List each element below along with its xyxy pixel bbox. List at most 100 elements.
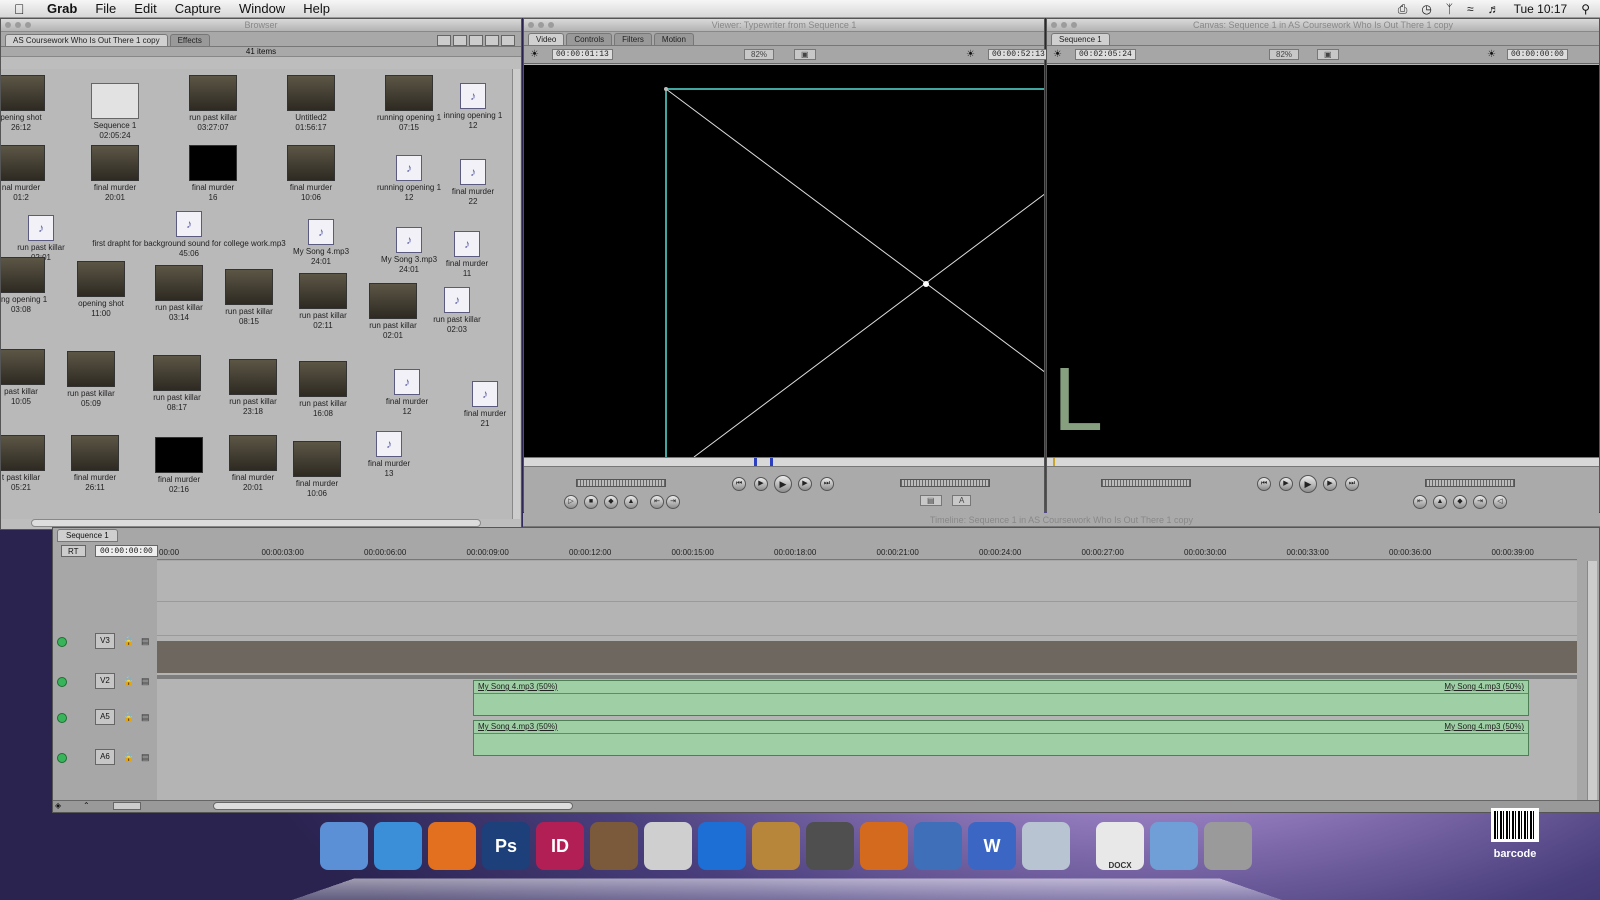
zoom-slider[interactable] [213, 802, 573, 810]
spotlight-icon[interactable]: ⚲ [1581, 2, 1590, 16]
canvas-titlebar[interactable]: Canvas: Sequence 1 in AS Coursework Who … [1047, 19, 1599, 32]
menu-capture[interactable]: Capture [166, 0, 230, 18]
tab-controls[interactable]: Controls [566, 33, 613, 45]
in-point-marker[interactable] [754, 458, 757, 466]
track-height-control[interactable] [113, 802, 141, 810]
viewer-scrubber[interactable] [524, 457, 1044, 467]
shuttle-icon[interactable]: ☀ [530, 49, 539, 60]
viewer-view-select[interactable]: ▣ [794, 49, 816, 60]
lock-icon[interactable]: 🔒 [123, 676, 134, 687]
go-to-out-button[interactable]: ⏭ [1345, 477, 1359, 491]
audio-clip-item[interactable]: ♪ final murder 12 [367, 369, 447, 417]
viewer-zoom-select[interactable]: 82% [744, 49, 775, 60]
add-marker-button[interactable]: ▲ [1433, 495, 1447, 509]
audio-clip-item[interactable]: ♪ final murder 13 [349, 431, 429, 479]
rt-menu[interactable]: RT [61, 545, 86, 557]
wifi-icon[interactable]: ≈ [1467, 2, 1474, 16]
iphoto-icon[interactable] [590, 822, 638, 870]
timeline-tracks[interactable]: My Song 4.mp3 (50%) My Song 4.mp3 (50%) … [157, 561, 1577, 801]
add-marker-button[interactable]: ▲ [624, 495, 638, 509]
canvas-screen[interactable]: L [1047, 65, 1599, 457]
video-clip-item[interactable]: run past killar 02:11 [283, 273, 363, 331]
mark-in-button[interactable]: ⇤ [1413, 495, 1427, 509]
auto-select-icon[interactable]: ▤ [141, 712, 150, 723]
zoom-icon[interactable] [1071, 22, 1077, 28]
dvd-player-icon[interactable] [914, 822, 962, 870]
view-small-icon[interactable] [453, 35, 467, 46]
menu-window[interactable]: Window [230, 0, 294, 18]
video-clip-item[interactable]: ning opening 103:08 [1, 257, 61, 315]
track-visibility-toggle[interactable] [57, 637, 67, 647]
clip-overlays-icon[interactable]: ⌃ [83, 801, 90, 810]
video-clip-item[interactable]: pening shot 26:12 [1, 75, 61, 133]
add-keyframe-button[interactable]: ◆ [1453, 495, 1467, 509]
video-clip-item[interactable]: run past killar 08:15 [209, 269, 289, 327]
video-clip-item[interactable]: run past killar 16:08 [283, 361, 363, 419]
minimize-icon[interactable] [538, 22, 544, 28]
video-clip-item[interactable]: opening shot 11:00 [61, 261, 141, 319]
audio-clip-item[interactable]: ♪ run past killar 02:03 [417, 287, 497, 335]
scissors-icon[interactable] [644, 822, 692, 870]
video-clip-item[interactable]: nal murder 01:2 [1, 145, 61, 203]
view-grid-icon[interactable] [501, 35, 515, 46]
safari-icon[interactable] [374, 822, 422, 870]
menu-file[interactable]: File [86, 0, 125, 18]
audio-clip-item[interactable]: ♪ final murder 11 [427, 231, 507, 279]
close-icon[interactable] [528, 22, 534, 28]
viewer-titlebar[interactable]: Viewer: Typewriter from Sequence 1 [524, 19, 1044, 32]
add-keyframe-button[interactable]: ◆ [604, 495, 618, 509]
canvas-playhead[interactable] [1053, 458, 1055, 466]
tab-effects[interactable]: Effects [169, 34, 210, 46]
play-around-button[interactable]: ▶ [1323, 477, 1337, 491]
viewer-screen[interactable] [524, 65, 1044, 457]
audio-clip-item[interactable]: ♪run past killar02:01 [1, 215, 81, 263]
track-visibility-toggle[interactable] [57, 713, 67, 723]
viewer-duration-timecode[interactable]: 00:00:01:13 [552, 49, 613, 60]
zoom-icon[interactable] [25, 22, 31, 28]
timeline-ruler[interactable]: 00:00 00:00:03:00 00:00:06:00 00:00:09:00 00… [157, 546, 1577, 560]
out-point-marker[interactable] [770, 458, 773, 466]
auto-select-icon[interactable]: ▤ [141, 752, 150, 763]
photoshop-icon[interactable]: Ps [482, 822, 530, 870]
timeline-timecode[interactable]: 00:00:00:00 [95, 545, 158, 557]
clock[interactable]: Tue 10:17 [1514, 2, 1568, 16]
tab-sequence-1[interactable]: Sequence 1 [1051, 33, 1110, 45]
quicktime-icon[interactable] [698, 822, 746, 870]
audio-clip-a5[interactable]: My Song 4.mp3 (50%) My Song 4.mp3 (50%) [473, 680, 1529, 716]
finder-icon[interactable] [320, 822, 368, 870]
mark-clip-button[interactable]: ■ [584, 495, 598, 509]
soundtrack-icon[interactable] [860, 822, 908, 870]
printer-icon[interactable]: ⎙ [1398, 2, 1408, 17]
browser-titlebar[interactable]: Browser [1, 19, 521, 32]
close-icon[interactable] [1051, 22, 1057, 28]
level-line[interactable] [474, 733, 1528, 734]
imovie-icon[interactable] [806, 822, 854, 870]
canvas-current-timecode[interactable]: 00:00:00:00 [1507, 49, 1568, 60]
canvas-shuttle-slider[interactable] [1101, 479, 1191, 487]
go-to-in-button[interactable]: ⏮ [1257, 477, 1271, 491]
audio-clip-a6[interactable]: My Song 4.mp3 (50%) My Song 4.mp3 (50%) [473, 720, 1529, 756]
video-clip-item[interactable]: final murder 26:11 [55, 435, 135, 493]
generator-menu[interactable]: A [952, 495, 972, 506]
time-machine-icon[interactable]: ◷ [1421, 2, 1431, 16]
firefox-icon[interactable] [428, 822, 476, 870]
go-to-out-button[interactable]: ⏭ [820, 477, 834, 491]
indesign-icon[interactable]: ID [536, 822, 584, 870]
match-frame-button[interactable]: ◁ [1493, 495, 1507, 509]
play-around-button[interactable]: ▶ [798, 477, 812, 491]
minimize-icon[interactable] [15, 22, 21, 28]
word-icon[interactable]: W [968, 822, 1016, 870]
trash-icon[interactable] [1204, 822, 1252, 870]
tab-motion[interactable]: Motion [653, 33, 694, 45]
play-in-to-out-button[interactable]: ▶ [754, 477, 768, 491]
apple-menu-icon[interactable]:  [14, 1, 32, 17]
mark-in-button[interactable]: ⇤ [650, 495, 664, 509]
go-to-in-button[interactable]: ⏮ [732, 477, 746, 491]
track-name[interactable]: V2 [95, 673, 115, 689]
sequence-item[interactable]: Sequence 1 02:05:24 [75, 83, 155, 141]
video-clip-item[interactable]: t past killar 05:21 [1, 435, 61, 493]
timeline-vertical-scrollbar[interactable] [1587, 561, 1597, 801]
auto-select-icon[interactable]: ▤ [141, 676, 150, 687]
view-medium-icon[interactable] [469, 35, 483, 46]
audio-controls-icon[interactable]: ◈ [55, 801, 61, 810]
